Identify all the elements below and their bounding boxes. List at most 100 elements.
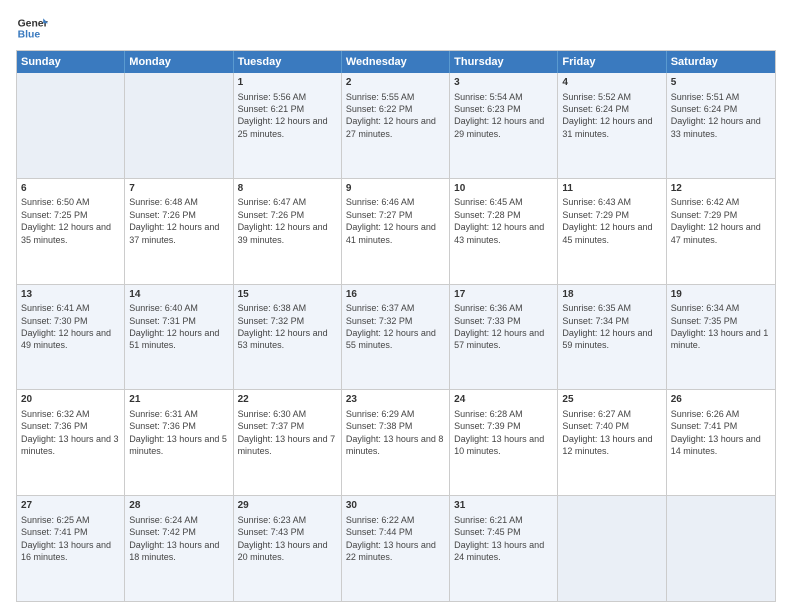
day-cell-3: 3 Sunrise: 5:54 AM Sunset: 6:23 PM Daylig… [450,73,558,178]
day-number: 6 [21,182,120,196]
day-cell-20: 20 Sunrise: 6:32 AM Sunset: 7:36 PM Dayli… [17,390,125,495]
day-cell-14: 14Sunrise: 6:40 AM Sunset: 7:31 PM Dayli… [125,285,233,390]
day-cell-22: 22 Sunrise: 6:30 AM Sunset: 7:37 PM Dayli… [234,390,342,495]
day-number: 18 [562,288,661,302]
day-cell-10: 10Sunrise: 6:45 AM Sunset: 7:28 PM Dayli… [450,179,558,284]
day-cell-27: 27Sunrise: 6:25 AM Sunset: 7:41 PM Dayli… [17,496,125,601]
day-cell-24: 24 Sunrise: 6:28 AM Sunset: 7:39 PM Dayli… [450,390,558,495]
header-cell-wednesday: Wednesday [342,51,450,73]
day-cell-8: 8Sunrise: 6:47 AM Sunset: 7:26 PM Daylig… [234,179,342,284]
day-info: Sunrise: 6:42 AM Sunset: 7:29 PM Dayligh… [671,197,761,244]
empty-cell [558,496,666,601]
day-info: Sunrise: 6:38 AM Sunset: 7:32 PM Dayligh… [238,303,328,350]
day-number: 15 [238,288,337,302]
day-number: 28 [129,499,228,513]
day-info: Sunrise: 6:23 AM Sunset: 7:43 PM Dayligh… [238,515,328,562]
day-number: 5 [671,76,771,90]
day-cell-12: 12Sunrise: 6:42 AM Sunset: 7:29 PM Dayli… [667,179,775,284]
day-number: 17 [454,288,553,302]
empty-cell [125,73,233,178]
day-info: Sunrise: 6:43 AM Sunset: 7:29 PM Dayligh… [562,197,652,244]
day-info: Sunrise: 6:31 AM Sunset: 7:36 PM Dayligh… [129,409,227,456]
day-cell-21: 21 Sunrise: 6:31 AM Sunset: 7:36 PM Dayli… [125,390,233,495]
day-number: 16 [346,288,445,302]
day-cell-26: 26 Sunrise: 6:26 AM Sunset: 7:41 PM Dayli… [667,390,775,495]
header-cell-friday: Friday [558,51,666,73]
header-cell-saturday: Saturday [667,51,775,73]
day-number: 2 [346,76,445,90]
day-info: Sunrise: 6:26 AM Sunset: 7:41 PM Dayligh… [671,409,761,456]
day-info: Sunrise: 6:41 AM Sunset: 7:30 PM Dayligh… [21,303,111,350]
day-number: 7 [129,182,228,196]
day-number: 22 [238,393,337,407]
day-number: 21 [129,393,228,407]
day-number: 13 [21,288,120,302]
day-info: Sunrise: 6:27 AM Sunset: 7:40 PM Dayligh… [562,409,652,456]
day-cell-29: 29 Sunrise: 6:23 AM Sunset: 7:43 PM Dayli… [234,496,342,601]
day-number: 29 [238,499,337,513]
day-cell-13: 13Sunrise: 6:41 AM Sunset: 7:30 PM Dayli… [17,285,125,390]
day-number: 30 [346,499,445,513]
calendar-row-2: 13Sunrise: 6:41 AM Sunset: 7:30 PM Dayli… [17,284,775,390]
day-number: 19 [671,288,771,302]
calendar-row-0: 1 Sunrise: 5:56 AM Sunset: 6:21 PM Daylig… [17,73,775,178]
day-cell-25: 25 Sunrise: 6:27 AM Sunset: 7:40 PM Dayli… [558,390,666,495]
day-cell-19: 19Sunrise: 6:34 AM Sunset: 7:35 PM Dayli… [667,285,775,390]
day-info: Sunrise: 5:54 AM Sunset: 6:23 PM Dayligh… [454,92,544,139]
day-info: Sunrise: 6:28 AM Sunset: 7:39 PM Dayligh… [454,409,544,456]
day-info: Sunrise: 6:32 AM Sunset: 7:36 PM Dayligh… [21,409,119,456]
day-number: 3 [454,76,553,90]
day-cell-7: 7Sunrise: 6:48 AM Sunset: 7:26 PM Daylig… [125,179,233,284]
day-info: Sunrise: 6:40 AM Sunset: 7:31 PM Dayligh… [129,303,219,350]
day-number: 11 [562,182,661,196]
day-cell-1: 1 Sunrise: 5:56 AM Sunset: 6:21 PM Daylig… [234,73,342,178]
day-number: 23 [346,393,445,407]
day-info: Sunrise: 6:48 AM Sunset: 7:26 PM Dayligh… [129,197,219,244]
day-cell-23: 23 Sunrise: 6:29 AM Sunset: 7:38 PM Dayli… [342,390,450,495]
day-cell-17: 17Sunrise: 6:36 AM Sunset: 7:33 PM Dayli… [450,285,558,390]
day-info: Sunrise: 5:56 AM Sunset: 6:21 PM Dayligh… [238,92,328,139]
header-cell-sunday: Sunday [17,51,125,73]
day-number: 10 [454,182,553,196]
day-info: Sunrise: 6:29 AM Sunset: 7:38 PM Dayligh… [346,409,444,456]
day-number: 24 [454,393,553,407]
day-cell-4: 4 Sunrise: 5:52 AM Sunset: 6:24 PM Daylig… [558,73,666,178]
day-number: 9 [346,182,445,196]
day-cell-5: 5 Sunrise: 5:51 AM Sunset: 6:24 PM Daylig… [667,73,775,178]
day-info: Sunrise: 6:22 AM Sunset: 7:44 PM Dayligh… [346,515,436,562]
day-cell-9: 9Sunrise: 6:46 AM Sunset: 7:27 PM Daylig… [342,179,450,284]
calendar: SundayMondayTuesdayWednesdayThursdayFrid… [16,50,776,602]
day-number: 4 [562,76,661,90]
logo: General Blue [16,12,48,44]
day-cell-28: 28 Sunrise: 6:24 AM Sunset: 7:42 PM Dayli… [125,496,233,601]
header-cell-monday: Monday [125,51,233,73]
day-number: 8 [238,182,337,196]
day-info: Sunrise: 5:55 AM Sunset: 6:22 PM Dayligh… [346,92,436,139]
day-cell-15: 15Sunrise: 6:38 AM Sunset: 7:32 PM Dayli… [234,285,342,390]
day-info: Sunrise: 6:45 AM Sunset: 7:28 PM Dayligh… [454,197,544,244]
empty-cell [667,496,775,601]
day-number: 31 [454,499,553,513]
day-info: Sunrise: 6:35 AM Sunset: 7:34 PM Dayligh… [562,303,652,350]
day-number: 25 [562,393,661,407]
calendar-body: 1 Sunrise: 5:56 AM Sunset: 6:21 PM Daylig… [17,73,775,601]
day-number: 20 [21,393,120,407]
day-info: Sunrise: 5:51 AM Sunset: 6:24 PM Dayligh… [671,92,761,139]
day-info: Sunrise: 6:30 AM Sunset: 7:37 PM Dayligh… [238,409,336,456]
day-cell-30: 30 Sunrise: 6:22 AM Sunset: 7:44 PM Dayli… [342,496,450,601]
empty-cell [17,73,125,178]
day-info: Sunrise: 5:52 AM Sunset: 6:24 PM Dayligh… [562,92,652,139]
day-info: Sunrise: 6:21 AM Sunset: 7:45 PM Dayligh… [454,515,544,562]
day-cell-18: 18Sunrise: 6:35 AM Sunset: 7:34 PM Dayli… [558,285,666,390]
day-number: 12 [671,182,771,196]
day-info: Sunrise: 6:37 AM Sunset: 7:32 PM Dayligh… [346,303,436,350]
page: General Blue SundayMondayTuesdayWednesda… [0,0,792,612]
day-number: 27 [21,499,120,513]
day-info: Sunrise: 6:50 AM Sunset: 7:25 PM Dayligh… [21,197,111,244]
day-cell-6: 6Sunrise: 6:50 AM Sunset: 7:25 PM Daylig… [17,179,125,284]
day-cell-2: 2 Sunrise: 5:55 AM Sunset: 6:22 PM Daylig… [342,73,450,178]
day-info: Sunrise: 6:24 AM Sunset: 7:42 PM Dayligh… [129,515,219,562]
day-number: 1 [238,76,337,90]
day-cell-31: 31 Sunrise: 6:21 AM Sunset: 7:45 PM Dayli… [450,496,558,601]
day-number: 26 [671,393,771,407]
